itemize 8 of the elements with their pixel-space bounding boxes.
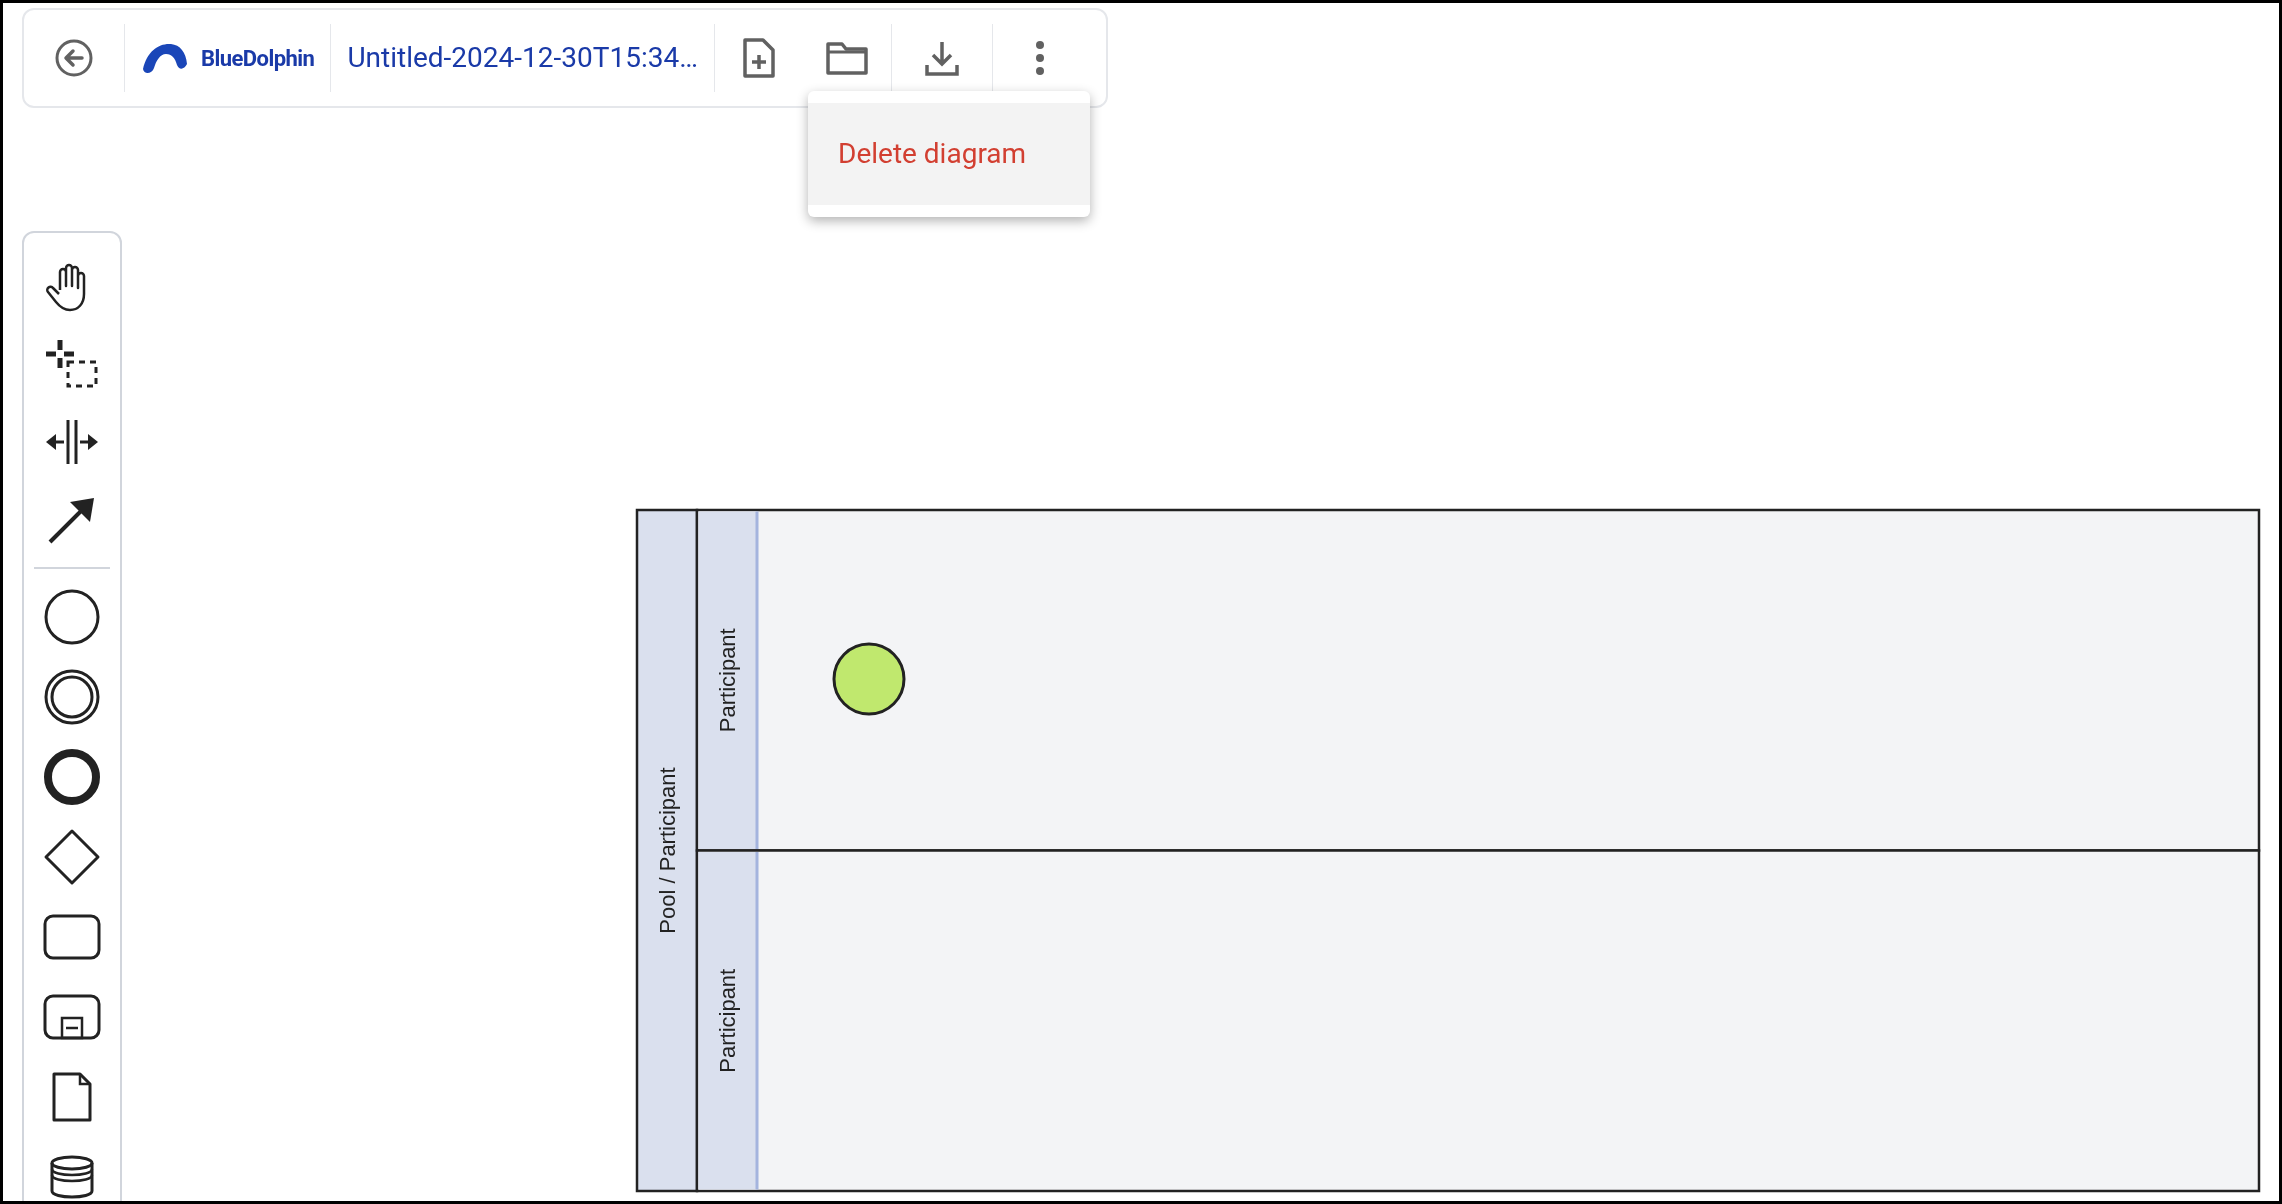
menu-item[interactable]: Delete diagram bbox=[808, 103, 1090, 205]
start-event[interactable] bbox=[832, 642, 906, 716]
lane-label: Participant bbox=[715, 968, 740, 1073]
diagram-title[interactable]: Untitled-2024-12-30T15:34… bbox=[331, 37, 714, 79]
pool-label: Pool / Participant bbox=[655, 767, 680, 934]
lane-label: Participant bbox=[715, 628, 740, 733]
logo-icon bbox=[141, 41, 189, 75]
logo-text: BlueDolphin bbox=[201, 44, 315, 73]
